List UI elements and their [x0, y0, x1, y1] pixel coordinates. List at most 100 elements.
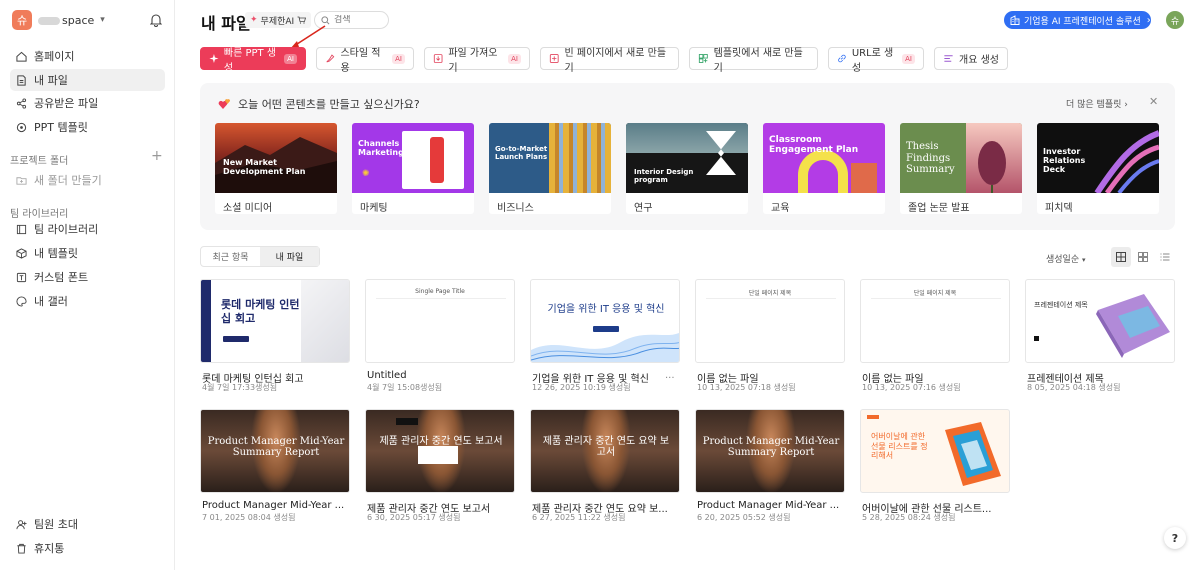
file-date: 4월 7일 17:33생성됨: [202, 383, 278, 392]
sidebar-item-ppt-templates[interactable]: PPT 템플릿: [10, 116, 165, 138]
file-date: 10 13, 2025 07:18 생성됨: [697, 383, 796, 392]
template-label: 비즈니스: [497, 203, 534, 214]
view-switcher: [1111, 247, 1175, 267]
apply-style-button[interactable]: 스타일 적용 AI: [316, 47, 414, 74]
sidebar-item-label: 팀원 초대: [34, 518, 78, 531]
template-label: 마케팅: [360, 203, 388, 214]
palette-icon: [16, 295, 27, 307]
brochure-graphic: [1096, 294, 1170, 358]
chevron-down-icon: ▾: [100, 15, 105, 25]
close-icon[interactable]: ✕: [1149, 95, 1158, 108]
sidebar-item-my-files[interactable]: 내 파일: [10, 69, 165, 91]
project-folder-label: 프로젝트 폴더: [10, 156, 69, 167]
enterprise-solution-button[interactable]: 기업용 AI 프레젠테이션 솔루션 ›: [1004, 11, 1151, 29]
file-thumbnail: Product Manager Mid-Year Summary Report: [200, 409, 350, 493]
outline-icon: [944, 55, 953, 62]
tab-my-files[interactable]: 내 파일: [260, 247, 319, 266]
list-icon: [1160, 253, 1170, 261]
import-file-button[interactable]: 파일 가져오기 AI: [424, 47, 530, 74]
sun-icon: ✺: [362, 169, 370, 179]
generate-outline-button[interactable]: 개요 생성: [934, 47, 1008, 70]
sidebar-item-my-templates[interactable]: 내 템플릿: [10, 242, 165, 264]
small-grid-view-button[interactable]: [1133, 247, 1153, 267]
sidebar-item-invite[interactable]: 팀원 초대: [10, 513, 165, 535]
template-label: 교육: [771, 203, 790, 214]
quick-ppt-button[interactable]: 빠른 PPT 생성 AI: [200, 47, 306, 74]
quick-ppt-label: 빠른 PPT 생성: [223, 47, 277, 74]
workspace-name: space: [62, 13, 95, 27]
template-card-thesis[interactable]: Thesis Findings Summary 졸업 논문 발표: [900, 123, 1022, 214]
large-grid-view-button[interactable]: [1111, 247, 1131, 267]
sidebar-item-team-library[interactable]: 팀 라이브러리: [10, 218, 165, 240]
library-icon: [16, 224, 27, 234]
grid-large-icon: [1116, 252, 1126, 262]
tab-recent[interactable]: 최근 항목: [201, 247, 260, 266]
ai-tag: AI: [508, 53, 521, 64]
file-thumbnail: 어버이날에 관한 선물 리스트를 정리해서: [860, 409, 1010, 493]
file-thumbnail: 프레젠테이션 제목: [1025, 279, 1175, 363]
sidebar: 슈 space ▾ 홈페이지 내 파일 공유받은 파일 PPT 템플릿 프로젝트…: [0, 0, 175, 570]
template-thumb-text: Investor Relations Deck: [1043, 147, 1086, 175]
sidebar-item-custom-font[interactable]: 커스텀 폰트: [10, 266, 165, 288]
template-icon: [16, 122, 27, 132]
template-thumb-text: New Market Development Plan: [223, 158, 306, 177]
template-label: 연구: [634, 203, 653, 214]
thumb-title: 롯데 마케팅 인턴십 회고: [221, 298, 300, 326]
sidebar-item-label: 내 갤러: [34, 295, 68, 308]
chevron-down-icon: ▾: [1082, 256, 1086, 264]
new-blank-page-label: 빈 페이지에서 새로 만들기: [564, 47, 667, 74]
template-card-research[interactable]: Interior Design program 연구: [626, 123, 748, 214]
file-thumbnail: 제품 관리자 중간 연도 보고서: [365, 409, 515, 493]
import-file-label: 파일 가져오기: [448, 47, 498, 74]
help-button[interactable]: ?: [1164, 527, 1186, 549]
folder-plus-icon: [16, 176, 27, 185]
search-input[interactable]: [334, 15, 382, 25]
template-thumb-text: Go-to-Market Launch Plans: [495, 145, 548, 162]
sidebar-item-label: 커스텀 폰트: [34, 271, 89, 284]
template-card-business[interactable]: Go-to-Market Launch Plans 비즈니스: [489, 123, 611, 214]
file-date: 12 26, 2025 10:19 생성됨: [532, 383, 631, 392]
sidebar-item-label: PPT 템플릿: [34, 121, 88, 134]
file-date: 7 01, 2025 08:04 생성됨: [202, 513, 296, 522]
file-name: Untitled: [367, 370, 407, 381]
sidebar-item-trash[interactable]: 휴지통: [10, 537, 165, 559]
chevron-right-icon: ›: [1146, 14, 1151, 26]
file-date: 6 20, 2025 05:52 생성됨: [697, 513, 791, 522]
template-card-pitch-deck[interactable]: Investor Relations Deck 피치덱: [1037, 123, 1159, 214]
template-card-education[interactable]: Classroom Engagement Plan 교육: [763, 123, 885, 214]
building-icon: [1010, 15, 1020, 25]
sidebar-item-shared[interactable]: 공유받은 파일: [10, 92, 165, 114]
sort-dropdown[interactable]: 생성일순 ▾: [1046, 252, 1086, 265]
box-icon: [16, 247, 27, 259]
file-date: 10 13, 2025 07:16 생성됨: [862, 383, 961, 392]
more-options-icon[interactable]: ···: [665, 373, 675, 384]
sidebar-item-home[interactable]: 홈페이지: [10, 45, 165, 67]
invite-icon: [16, 519, 27, 529]
thumb-title: 단일 페이지 제목: [748, 290, 792, 297]
generate-from-url-button[interactable]: URL로 생성 AI: [828, 47, 924, 74]
new-folder-button[interactable]: 새 폴더 만들기: [10, 169, 165, 191]
ai-tag: AI: [392, 53, 405, 64]
workspace-switcher[interactable]: 슈 space ▾: [12, 10, 105, 30]
new-blank-page-button[interactable]: 빈 페이지에서 새로 만들기: [540, 47, 679, 74]
template-thumb-text: Thesis Findings Summary: [906, 141, 955, 175]
new-from-template-button[interactable]: 템플릿에서 새로 만들기: [689, 47, 818, 74]
template-card-social-media[interactable]: New Market Development Plan 소셜 미디어: [215, 123, 337, 214]
grid-small-icon: [1138, 252, 1148, 262]
bell-icon[interactable]: [150, 13, 162, 27]
list-view-button[interactable]: [1155, 247, 1175, 267]
hearts-icon: [218, 99, 231, 109]
user-avatar[interactable]: 슈: [1166, 11, 1184, 29]
sidebar-item-label: 팀 라이브러리: [34, 223, 99, 236]
sidebar-item-gallery[interactable]: 내 갤러: [10, 290, 165, 312]
template-label: 졸업 논문 발표: [908, 203, 970, 214]
enterprise-solution-label: 기업용 AI 프레젠테이션 솔루션: [1024, 16, 1141, 27]
page-title: 내 파일: [201, 14, 251, 33]
apply-style-label: 스타일 적용: [340, 47, 381, 74]
file-thumbnail: 단일 페이지 제목: [695, 279, 845, 363]
template-thumb-text: Classroom Engagement Plan: [769, 135, 859, 156]
template-card-marketing[interactable]: Channels Marketing ✺ 마케팅: [352, 123, 474, 214]
add-folder-plus-icon[interactable]: +: [151, 148, 163, 164]
more-templates-link[interactable]: 더 많은 템플릿 ›: [1066, 97, 1128, 110]
thumb-title: Product Manager Mid-Year Summary Report: [207, 436, 345, 458]
